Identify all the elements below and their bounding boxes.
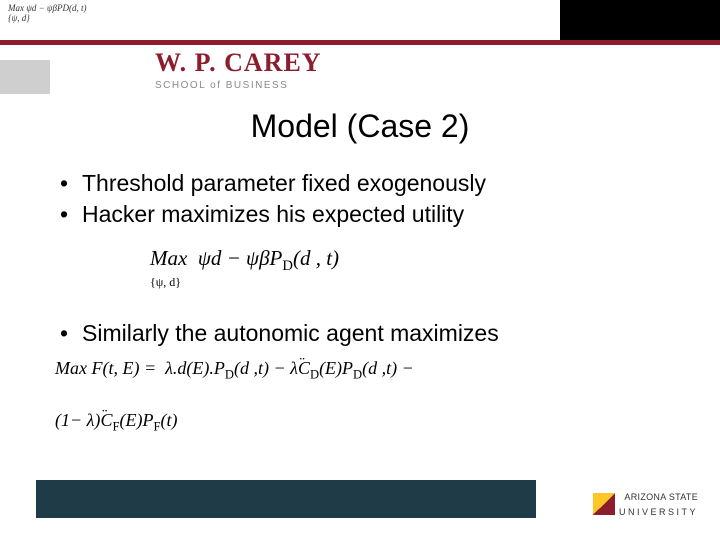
header-grey-block bbox=[0, 60, 50, 94]
slide-title: Model (Case 2) bbox=[0, 108, 720, 145]
formula-line1: Max F(t, E) = λ.d(E).PD(d ,t) − λCD(E)PD… bbox=[55, 358, 414, 378]
wpcarey-logo-main: W. P. CAREY bbox=[155, 48, 385, 78]
bullet-text: Similarly the autonomic agent maximizes bbox=[82, 318, 499, 349]
bullet-dot-icon: • bbox=[60, 318, 82, 349]
bullet-list-1: • Threshold parameter fixed exogenously … bbox=[60, 168, 680, 230]
asu-sunburst-icon bbox=[593, 493, 615, 515]
bullet-dot-icon: • bbox=[60, 168, 82, 199]
bullet-item: • Threshold parameter fixed exogenously bbox=[60, 168, 680, 199]
bullet-text: Hacker maximizes his expected utility bbox=[82, 199, 464, 230]
bullet-text: Threshold parameter fixed exogenously bbox=[82, 168, 486, 199]
hacker-max-formula: Max ψd − ψβPD(d , t) {ψ, d} bbox=[150, 246, 339, 290]
asu-text-bottom: UNIVERSITY bbox=[619, 507, 698, 517]
header-black-bar bbox=[560, 0, 720, 40]
asu-logo-text: ARIZONA STATE UNIVERSITY bbox=[619, 489, 698, 518]
wpcarey-logo-sub: SCHOOL of BUSINESS bbox=[155, 80, 385, 91]
formula-main: Max ψd − ψβPD(d , t) bbox=[150, 246, 339, 270]
formula-line2: (1− λ)CF(E)PF(t) bbox=[55, 404, 414, 438]
bullet-item: • Similarly the autonomic agent maximize… bbox=[60, 318, 680, 349]
wpcarey-logo: W. P. CAREY SCHOOL of BUSINESS bbox=[155, 48, 385, 91]
bullet-list-2: • Similarly the autonomic agent maximize… bbox=[60, 318, 680, 349]
bullet-item: • Hacker maximizes his expected utility bbox=[60, 199, 680, 230]
corner-formula-line2: {ψ, d} bbox=[8, 13, 30, 23]
header-red-line bbox=[0, 40, 720, 45]
asu-logo: ARIZONA STATE UNIVERSITY bbox=[568, 489, 698, 518]
footer-bar bbox=[36, 480, 536, 518]
formula-subscript: {ψ, d} bbox=[150, 275, 339, 290]
asu-text-top: ARIZONA STATE bbox=[624, 492, 698, 502]
corner-formula-line1: Max ψd − ψβPD(d, t) bbox=[8, 3, 86, 13]
corner-formula: Max ψd − ψβPD(d, t) {ψ, d} bbox=[8, 4, 86, 24]
bullet-dot-icon: • bbox=[60, 199, 82, 230]
agent-max-formula: Max F(t, E) = λ.d(E).PD(d ,t) − λCD(E)PD… bbox=[55, 352, 414, 439]
